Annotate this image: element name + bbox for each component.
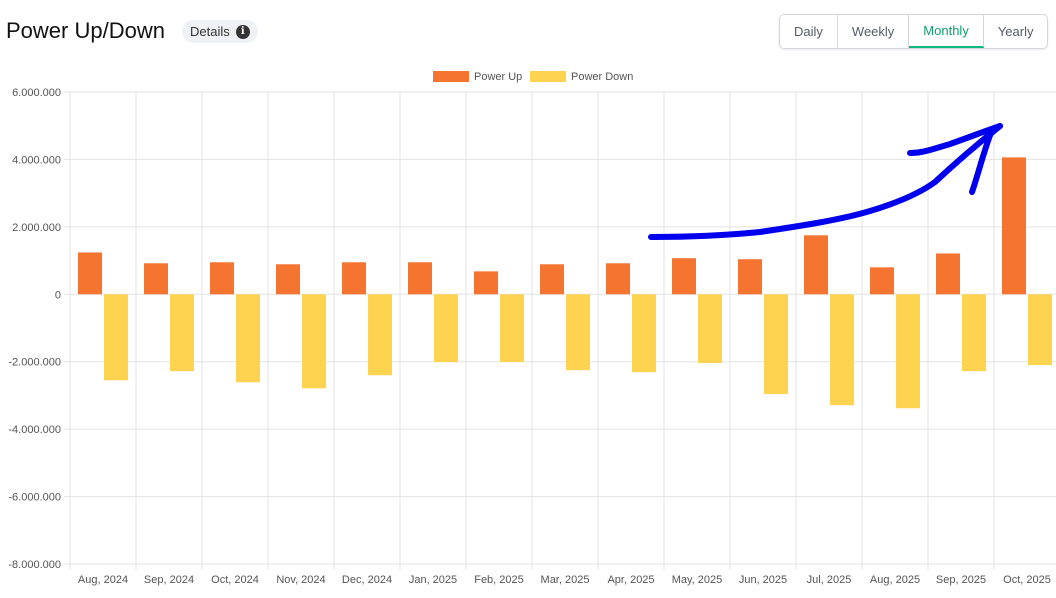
y-tick-label: -4.000.000 bbox=[8, 424, 61, 436]
x-tick-label: Feb, 2025 bbox=[474, 574, 524, 586]
x-tick-label: Sep, 2024 bbox=[144, 574, 194, 586]
bar-power-up bbox=[804, 235, 828, 295]
bar-power-up bbox=[672, 258, 696, 295]
bar-power-up bbox=[408, 262, 432, 295]
bar-power-down bbox=[962, 294, 986, 372]
y-tick-label: 4.000.000 bbox=[12, 154, 61, 166]
bar-power-up bbox=[540, 264, 564, 295]
bar-power-down bbox=[632, 294, 656, 373]
x-tick-label: Jul, 2025 bbox=[807, 574, 852, 586]
x-tick-label: Oct, 2025 bbox=[1003, 574, 1051, 586]
bar-power-down bbox=[1028, 294, 1052, 366]
x-tick-label: Sep, 2025 bbox=[936, 574, 986, 586]
x-tick-label: Dec, 2024 bbox=[342, 574, 392, 586]
bar-power-up bbox=[78, 252, 102, 295]
bar-power-up bbox=[276, 264, 300, 295]
x-tick-label: Apr, 2025 bbox=[607, 574, 654, 586]
x-tick-label: Jan, 2025 bbox=[409, 574, 457, 586]
bar-power-down bbox=[896, 294, 920, 409]
bar-power-down bbox=[764, 294, 788, 395]
bar-power-up bbox=[1002, 157, 1026, 295]
legend-power-down: Power Down bbox=[571, 71, 633, 83]
bar-power-up bbox=[870, 267, 894, 295]
bar-power-up bbox=[474, 271, 498, 295]
legend-swatch bbox=[433, 71, 469, 82]
bar-power-down bbox=[566, 294, 590, 371]
bar-power-up bbox=[342, 262, 366, 295]
y-tick-label: -8.000.000 bbox=[8, 559, 61, 571]
bar-power-up bbox=[144, 263, 168, 295]
bar-power-up bbox=[210, 262, 234, 295]
x-tick-label: Nov, 2024 bbox=[276, 574, 325, 586]
y-tick-label: 2.000.000 bbox=[12, 222, 61, 234]
y-tick-label: -2.000.000 bbox=[8, 357, 61, 369]
bar-power-up bbox=[738, 259, 762, 295]
x-tick-label: Oct, 2024 bbox=[211, 574, 259, 586]
bar-power-down bbox=[434, 294, 458, 363]
bar-power-down bbox=[302, 294, 326, 389]
bar-power-down bbox=[368, 294, 392, 376]
bar-power-down bbox=[500, 294, 524, 363]
bar-power-down bbox=[698, 294, 722, 364]
y-tick-label: 6.000.000 bbox=[12, 87, 61, 99]
legend-power-up: Power Up bbox=[474, 71, 522, 83]
power-chart: 6.000.000 4.000.000 2.000.000 0 -2.000.000 -4… bbox=[8, 71, 1056, 586]
x-tick-label: Aug, 2024 bbox=[78, 574, 128, 586]
bar-power-down bbox=[170, 294, 194, 372]
bar-power-down bbox=[104, 294, 128, 381]
bar-power-up bbox=[936, 253, 960, 295]
x-tick-label: Jun, 2025 bbox=[739, 574, 787, 586]
y-tick-label: -6.000.000 bbox=[8, 492, 61, 504]
x-tick-label: Aug, 2025 bbox=[870, 574, 920, 586]
bar-power-up bbox=[606, 263, 630, 295]
bar-power-down bbox=[830, 294, 854, 406]
bar-power-down bbox=[236, 294, 260, 383]
legend-swatch bbox=[530, 71, 566, 82]
x-tick-label: Mar, 2025 bbox=[541, 574, 590, 586]
x-tick-label: May, 2025 bbox=[672, 574, 723, 586]
y-tick-label: 0 bbox=[55, 289, 61, 301]
